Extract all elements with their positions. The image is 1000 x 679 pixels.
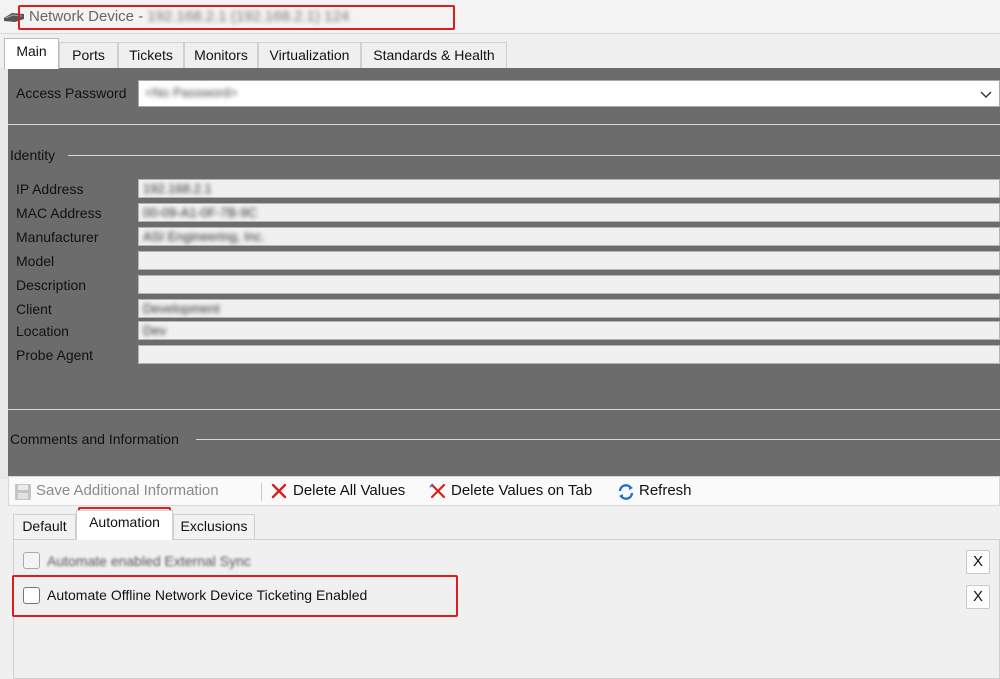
- main-panel: [0, 68, 1000, 479]
- access-password-label: Access Password: [16, 85, 127, 101]
- location-label: Location: [16, 323, 69, 339]
- window-title: Network Device - 192.168.2.1 (192.168.2.…: [29, 8, 349, 25]
- additional-info-toolbar: Save Additional Information Delete All V…: [8, 476, 1000, 506]
- subtab-exclusions[interactable]: Exclusions: [173, 514, 255, 539]
- location-field[interactable]: Dev: [138, 321, 1000, 340]
- subtab-automation[interactable]: Automation: [76, 510, 173, 540]
- clear-external-sync-button[interactable]: X: [966, 550, 990, 574]
- tab-monitors[interactable]: Monitors: [184, 42, 258, 68]
- clear-offline-ticketing-button[interactable]: X: [966, 585, 990, 609]
- save-label: Save Additional Information: [36, 482, 219, 499]
- manufacturer-field[interactable]: ASI Engineering, Inc.: [138, 227, 1000, 246]
- automation-panel: Automate enabled External Sync X Automat…: [13, 539, 1000, 679]
- external-sync-checkbox[interactable]: [23, 552, 40, 569]
- window-title-redacted: 192.168.2.1 (192.168.2.1) 124: [147, 8, 350, 25]
- delete-values-on-tab-button[interactable]: Delete Values on Tab: [429, 477, 609, 505]
- tab-virtualization[interactable]: Virtualization: [258, 42, 361, 68]
- refresh-icon: [618, 484, 634, 500]
- access-password-select[interactable]: <No Password>: [138, 80, 1000, 107]
- mac-address-label: MAC Address: [16, 205, 102, 221]
- manufacturer-label: Manufacturer: [16, 229, 99, 245]
- delete-all-label: Delete All Values: [293, 482, 406, 499]
- manufacturer-value: ASI Engineering, Inc.: [143, 229, 266, 244]
- chevron-down-icon[interactable]: [979, 87, 993, 101]
- model-field[interactable]: [138, 251, 1000, 270]
- delete-all-values-button[interactable]: Delete All Values: [271, 477, 421, 505]
- offline-ticketing-label: Automate Offline Network Device Ticketin…: [47, 587, 368, 603]
- access-password-value: <No Password>: [145, 85, 238, 100]
- identity-divider: [68, 155, 1000, 156]
- toolbar-divider: [261, 483, 262, 501]
- delete-tab-icon: [429, 483, 446, 499]
- tab-ports[interactable]: Ports: [59, 42, 118, 68]
- client-field[interactable]: Development: [138, 299, 1000, 318]
- identity-section-label: Identity: [10, 147, 56, 163]
- tab-standards-health[interactable]: Standards & Health: [361, 42, 507, 68]
- offline-ticketing-checkbox[interactable]: [23, 587, 40, 604]
- model-label: Model: [16, 253, 55, 269]
- client-label: Client: [16, 301, 52, 317]
- description-field[interactable]: [138, 275, 1000, 294]
- delete-tab-label: Delete Values on Tab: [451, 482, 593, 499]
- separator: [8, 124, 1000, 125]
- comments-divider: [196, 439, 1000, 440]
- delete-icon: [271, 483, 287, 499]
- subtab-default[interactable]: Default: [13, 514, 76, 539]
- separator: [8, 409, 1000, 410]
- client-value: Development: [143, 301, 220, 316]
- network-device-icon: [4, 13, 24, 22]
- description-label: Description: [16, 277, 87, 293]
- save-icon: [15, 484, 31, 500]
- refresh-label: Refresh: [639, 482, 692, 499]
- mac-address-value: 00-09-A1-0F-7B-9C: [143, 205, 258, 220]
- tab-main[interactable]: Main: [4, 38, 59, 69]
- probe-agent-field[interactable]: [138, 345, 1000, 364]
- window-title-prefix: Network Device -: [29, 8, 148, 25]
- probe-agent-label: Probe Agent: [16, 347, 94, 363]
- mac-address-field[interactable]: 00-09-A1-0F-7B-9C: [138, 203, 1000, 222]
- main-tab-strip: Main Ports Tickets Monitors Virtualizati…: [0, 38, 1000, 69]
- tab-tickets[interactable]: Tickets: [118, 42, 184, 68]
- ip-address-value: 192.168.2.1: [143, 181, 212, 196]
- location-value: Dev: [143, 323, 167, 338]
- external-sync-label: Automate enabled External Sync: [47, 553, 251, 569]
- ip-address-label: IP Address: [16, 181, 84, 197]
- comments-section-label: Comments and Information: [10, 431, 179, 447]
- title-bar: Network Device - 192.168.2.1 (192.168.2.…: [0, 0, 1000, 34]
- ip-address-field[interactable]: 192.168.2.1: [138, 179, 1000, 198]
- save-additional-info-button[interactable]: Save Additional Information: [14, 477, 259, 505]
- refresh-button[interactable]: Refresh: [617, 477, 707, 505]
